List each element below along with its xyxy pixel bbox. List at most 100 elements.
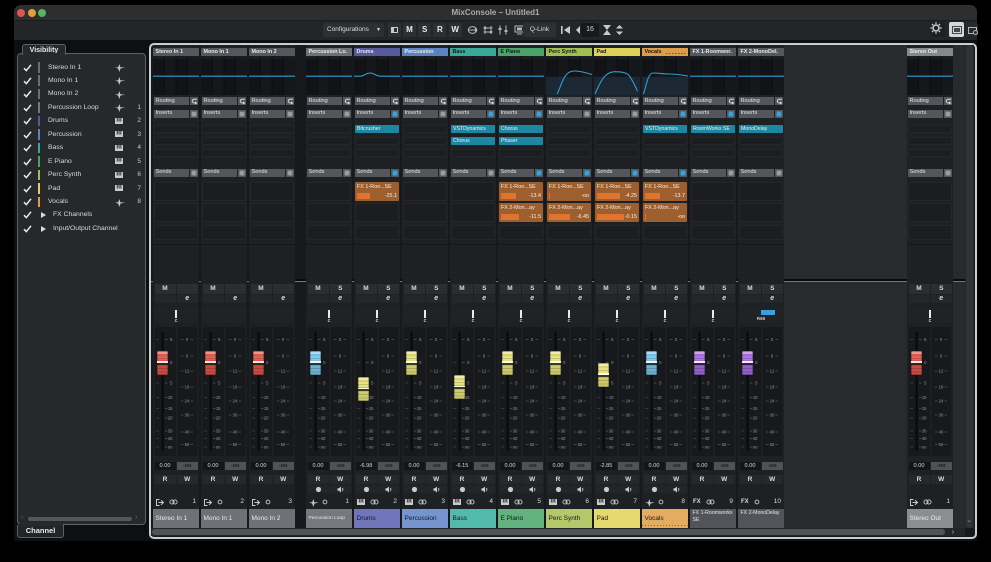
svg-text:oo: oo [513, 445, 518, 450]
svg-text:10: 10 [753, 395, 758, 400]
svg-text:15: 15 [417, 406, 422, 411]
svg-text:oo: oo [321, 445, 326, 450]
svg-text:30: 30 [386, 413, 391, 418]
svg-text:30: 30 [369, 429, 374, 434]
svg-text:50: 50 [626, 442, 631, 447]
svg-text:20: 20 [922, 416, 927, 421]
svg-text:40: 40 [264, 436, 269, 441]
svg-text:18: 18 [939, 385, 944, 390]
svg-text:15: 15 [922, 406, 927, 411]
svg-text:40: 40 [482, 430, 487, 435]
svg-text:30: 30 [657, 429, 662, 434]
svg-text:50: 50 [578, 442, 583, 447]
svg-text:10: 10 [168, 395, 173, 400]
svg-text:24: 24 [626, 399, 631, 404]
svg-text:oo: oo [922, 445, 927, 450]
svg-text:40: 40 [561, 436, 566, 441]
svg-text:18: 18 [281, 385, 286, 390]
svg-text:40: 40 [939, 430, 944, 435]
svg-text:50: 50 [939, 442, 944, 447]
svg-text:50: 50 [281, 442, 286, 447]
svg-text:12: 12 [281, 369, 286, 374]
svg-text:30: 30 [465, 429, 470, 434]
svg-text:10: 10 [216, 395, 221, 400]
svg-text:30: 30 [578, 413, 583, 418]
svg-text:12: 12 [434, 369, 439, 374]
svg-text:10: 10 [922, 395, 927, 400]
svg-text:15: 15 [561, 406, 566, 411]
svg-text:15: 15 [216, 406, 221, 411]
svg-text:12: 12 [386, 369, 391, 374]
svg-text:30: 30 [417, 429, 422, 434]
svg-text:18: 18 [722, 385, 727, 390]
svg-text:15: 15 [705, 406, 710, 411]
svg-text:18: 18 [233, 385, 238, 390]
svg-text:18: 18 [626, 385, 631, 390]
svg-text:40: 40 [281, 430, 286, 435]
svg-text:50: 50 [338, 442, 343, 447]
svg-text:30: 30 [216, 429, 221, 434]
svg-text:24: 24 [434, 399, 439, 404]
svg-text:24: 24 [338, 399, 343, 404]
svg-text:40: 40 [321, 436, 326, 441]
svg-text:40: 40 [530, 430, 535, 435]
svg-text:15: 15 [321, 406, 326, 411]
svg-text:40: 40 [185, 430, 190, 435]
svg-text:50: 50 [185, 442, 190, 447]
svg-text:12: 12 [530, 369, 535, 374]
svg-text:12: 12 [578, 369, 583, 374]
svg-text:20: 20 [465, 416, 470, 421]
svg-text:18: 18 [434, 385, 439, 390]
svg-text:20: 20 [321, 416, 326, 421]
svg-text:40: 40 [417, 436, 422, 441]
svg-text:50: 50 [674, 442, 679, 447]
svg-text:20: 20 [657, 416, 662, 421]
svg-text:30: 30 [922, 429, 927, 434]
svg-text:30: 30 [233, 413, 238, 418]
svg-text:30: 30 [674, 413, 679, 418]
svg-text:10: 10 [705, 395, 710, 400]
svg-text:40: 40 [922, 436, 927, 441]
svg-text:30: 30 [185, 413, 190, 418]
svg-text:24: 24 [386, 399, 391, 404]
svg-text:oo: oo [561, 445, 566, 450]
svg-text:40: 40 [386, 430, 391, 435]
svg-text:oo: oo [753, 445, 758, 450]
svg-text:12: 12 [338, 369, 343, 374]
svg-text:20: 20 [264, 416, 269, 421]
svg-text:18: 18 [770, 385, 775, 390]
svg-text:20: 20 [705, 416, 710, 421]
svg-text:40: 40 [753, 436, 758, 441]
svg-text:40: 40 [722, 430, 727, 435]
svg-text:24: 24 [281, 399, 286, 404]
svg-text:15: 15 [657, 406, 662, 411]
svg-text:20: 20 [168, 416, 173, 421]
svg-text:30: 30 [338, 413, 343, 418]
svg-text:50: 50 [482, 442, 487, 447]
svg-text:18: 18 [338, 385, 343, 390]
svg-text:18: 18 [530, 385, 535, 390]
svg-text:18: 18 [674, 385, 679, 390]
svg-text:18: 18 [578, 385, 583, 390]
svg-text:30: 30 [321, 429, 326, 434]
svg-text:oo: oo [168, 445, 173, 450]
svg-text:12: 12 [185, 369, 190, 374]
svg-text:50: 50 [434, 442, 439, 447]
svg-text:50: 50 [770, 442, 775, 447]
svg-text:24: 24 [770, 399, 775, 404]
svg-text:30: 30 [482, 413, 487, 418]
svg-text:50: 50 [233, 442, 238, 447]
svg-text:oo: oo [369, 445, 374, 450]
svg-text:40: 40 [626, 430, 631, 435]
svg-text:24: 24 [482, 399, 487, 404]
svg-text:15: 15 [264, 406, 269, 411]
svg-text:10: 10 [465, 395, 470, 400]
svg-text:40: 40 [657, 436, 662, 441]
svg-text:18: 18 [386, 385, 391, 390]
svg-text:30: 30 [705, 429, 710, 434]
svg-text:15: 15 [609, 406, 614, 411]
svg-text:24: 24 [530, 399, 535, 404]
svg-text:15: 15 [168, 406, 173, 411]
svg-text:40: 40 [609, 436, 614, 441]
svg-text:30: 30 [753, 429, 758, 434]
